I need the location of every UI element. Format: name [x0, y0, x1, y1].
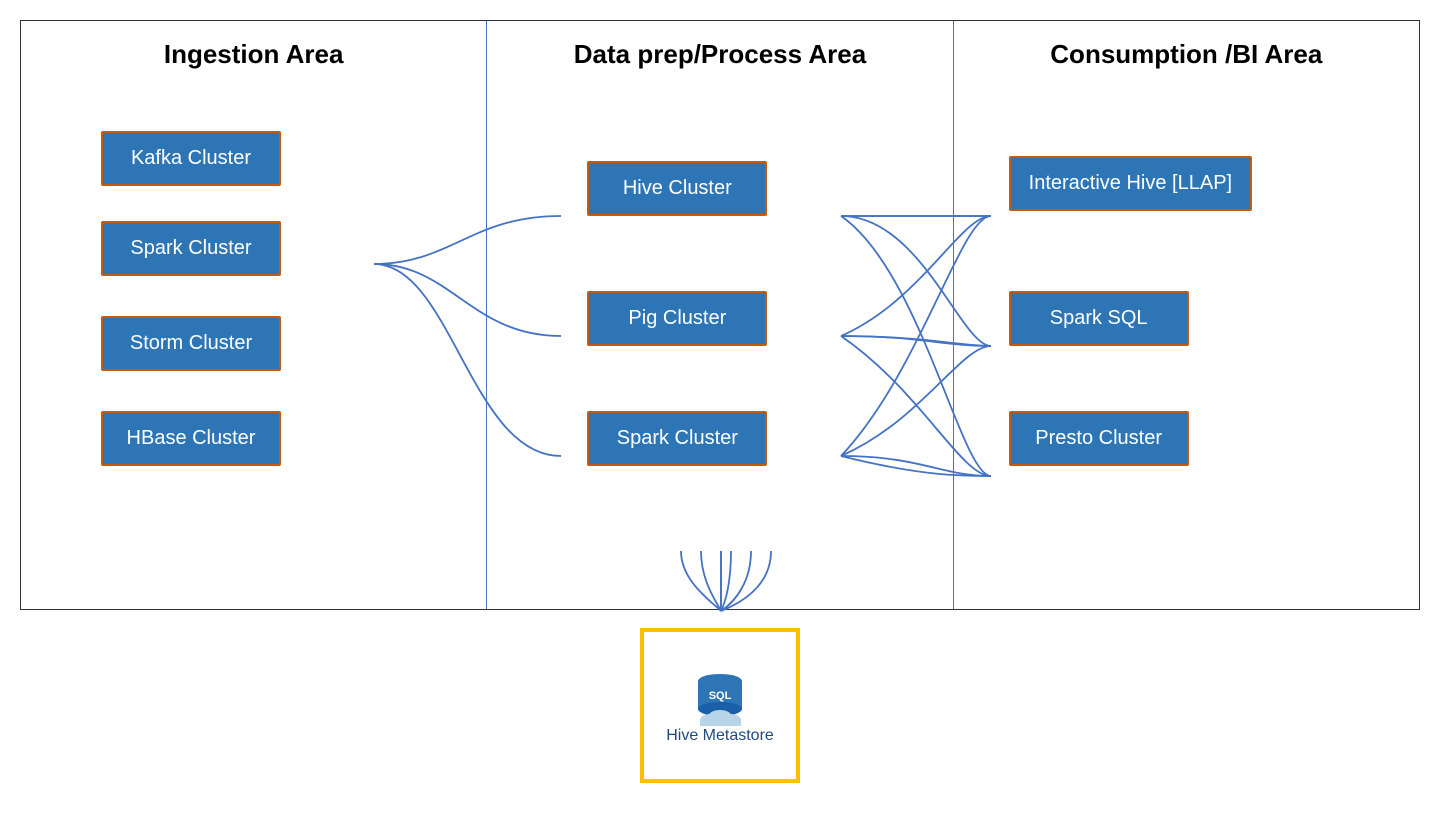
ingestion-column: Ingestion Area Kafka Cluster Spark Clust…: [21, 21, 487, 609]
columns-area: Ingestion Area Kafka Cluster Spark Clust…: [20, 20, 1420, 610]
storm-cluster: Storm Cluster: [101, 316, 281, 371]
spark-ingestion-cluster: Spark Cluster: [101, 221, 281, 276]
process-column: Data prep/Process Area Hive Cluster Pig …: [487, 21, 953, 609]
sql-icon: SQL: [688, 667, 753, 727]
kafka-cluster: Kafka Cluster: [101, 131, 281, 186]
consumption-column: Consumption /BI Area Interactive Hive [L…: [954, 21, 1419, 609]
metastore-label: Hive Metastore: [666, 727, 774, 745]
bottom-area: SQL Hive Metastore: [20, 610, 1420, 800]
svg-text:SQL: SQL: [708, 690, 731, 702]
main-container: Ingestion Area Kafka Cluster Spark Clust…: [20, 20, 1420, 800]
presto-cluster: Presto Cluster: [1009, 411, 1189, 466]
interactive-hive-cluster: Interactive Hive [LLAP]: [1009, 156, 1252, 211]
spark-sql-cluster: Spark SQL: [1009, 291, 1189, 346]
process-title: Data prep/Process Area: [487, 21, 952, 80]
hive-process-cluster: Hive Cluster: [587, 161, 767, 216]
spark-process-cluster: Spark Cluster: [587, 411, 767, 466]
consumption-title: Consumption /BI Area: [954, 21, 1419, 80]
pig-cluster: Pig Cluster: [587, 291, 767, 346]
ingestion-title: Ingestion Area: [21, 21, 486, 80]
hbase-cluster: HBase Cluster: [101, 411, 281, 466]
hive-metastore-box: SQL Hive Metastore: [640, 628, 800, 783]
